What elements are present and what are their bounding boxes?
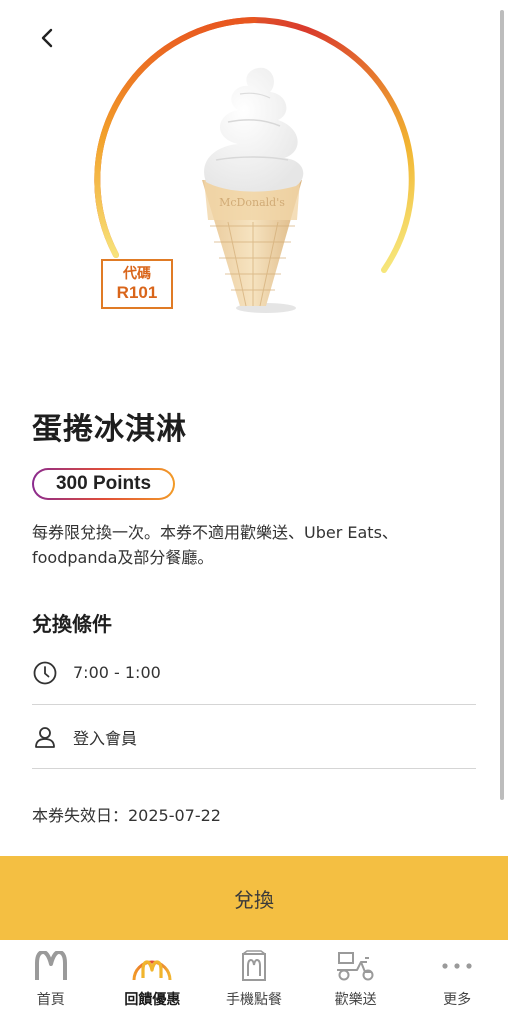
- tab-home[interactable]: 首頁: [0, 940, 102, 1024]
- redeem-button[interactable]: 兌換: [0, 856, 508, 940]
- points-badge: 300 Points: [32, 468, 175, 500]
- code-label: 代碼: [123, 265, 151, 282]
- tab-label: 歡樂送: [334, 992, 377, 1008]
- scrollbar[interactable]: [500, 10, 504, 800]
- mobile-order-bag-icon: [233, 948, 275, 984]
- more-dots-icon: [436, 948, 478, 984]
- back-button[interactable]: [34, 24, 62, 52]
- tab-label: 更多: [443, 992, 472, 1008]
- expiry-date: 本券失效日：2025-07-22: [32, 806, 221, 825]
- condition-row-member: 登入會員: [32, 705, 476, 769]
- svg-text:McDonald's: McDonald's: [219, 196, 285, 209]
- tab-label: 回饋優惠: [124, 992, 181, 1008]
- user-icon: [32, 724, 58, 750]
- delivery-scooter-icon: [335, 948, 377, 984]
- condition-row-time: 7:00 - 1:00: [32, 641, 476, 705]
- condition-member-text: 登入會員: [73, 728, 138, 748]
- bottom-tab-bar: 首頁 回饋優惠 手機點餐 歡樂送 更多: [0, 940, 508, 1024]
- tab-more[interactable]: 更多: [406, 940, 508, 1024]
- tab-label: 手機點餐: [225, 992, 282, 1008]
- tab-rewards[interactable]: 回饋優惠: [102, 940, 204, 1024]
- golden-arches-icon: [30, 948, 72, 984]
- product-description: 每券限兌換一次。本券不適用歡樂送、Uber Eats、foodpanda及部分餐…: [32, 523, 398, 567]
- code-value: R101: [116, 282, 158, 302]
- product-code-badge: 代碼 R101: [101, 259, 173, 309]
- tab-mobile-order[interactable]: 手機點餐: [203, 940, 305, 1024]
- chevron-left-icon: [41, 28, 53, 48]
- tab-delivery[interactable]: 歡樂送: [305, 940, 407, 1024]
- product-title: 蛋捲冰淇淋: [32, 412, 187, 447]
- condition-time-text: 7:00 - 1:00: [73, 663, 161, 682]
- tab-label: 首頁: [36, 992, 65, 1008]
- rewards-arch-icon: [131, 948, 173, 984]
- clock-icon: [32, 660, 58, 686]
- conditions-title: 兌換條件: [32, 612, 112, 636]
- points-label: 300 Points: [34, 470, 173, 498]
